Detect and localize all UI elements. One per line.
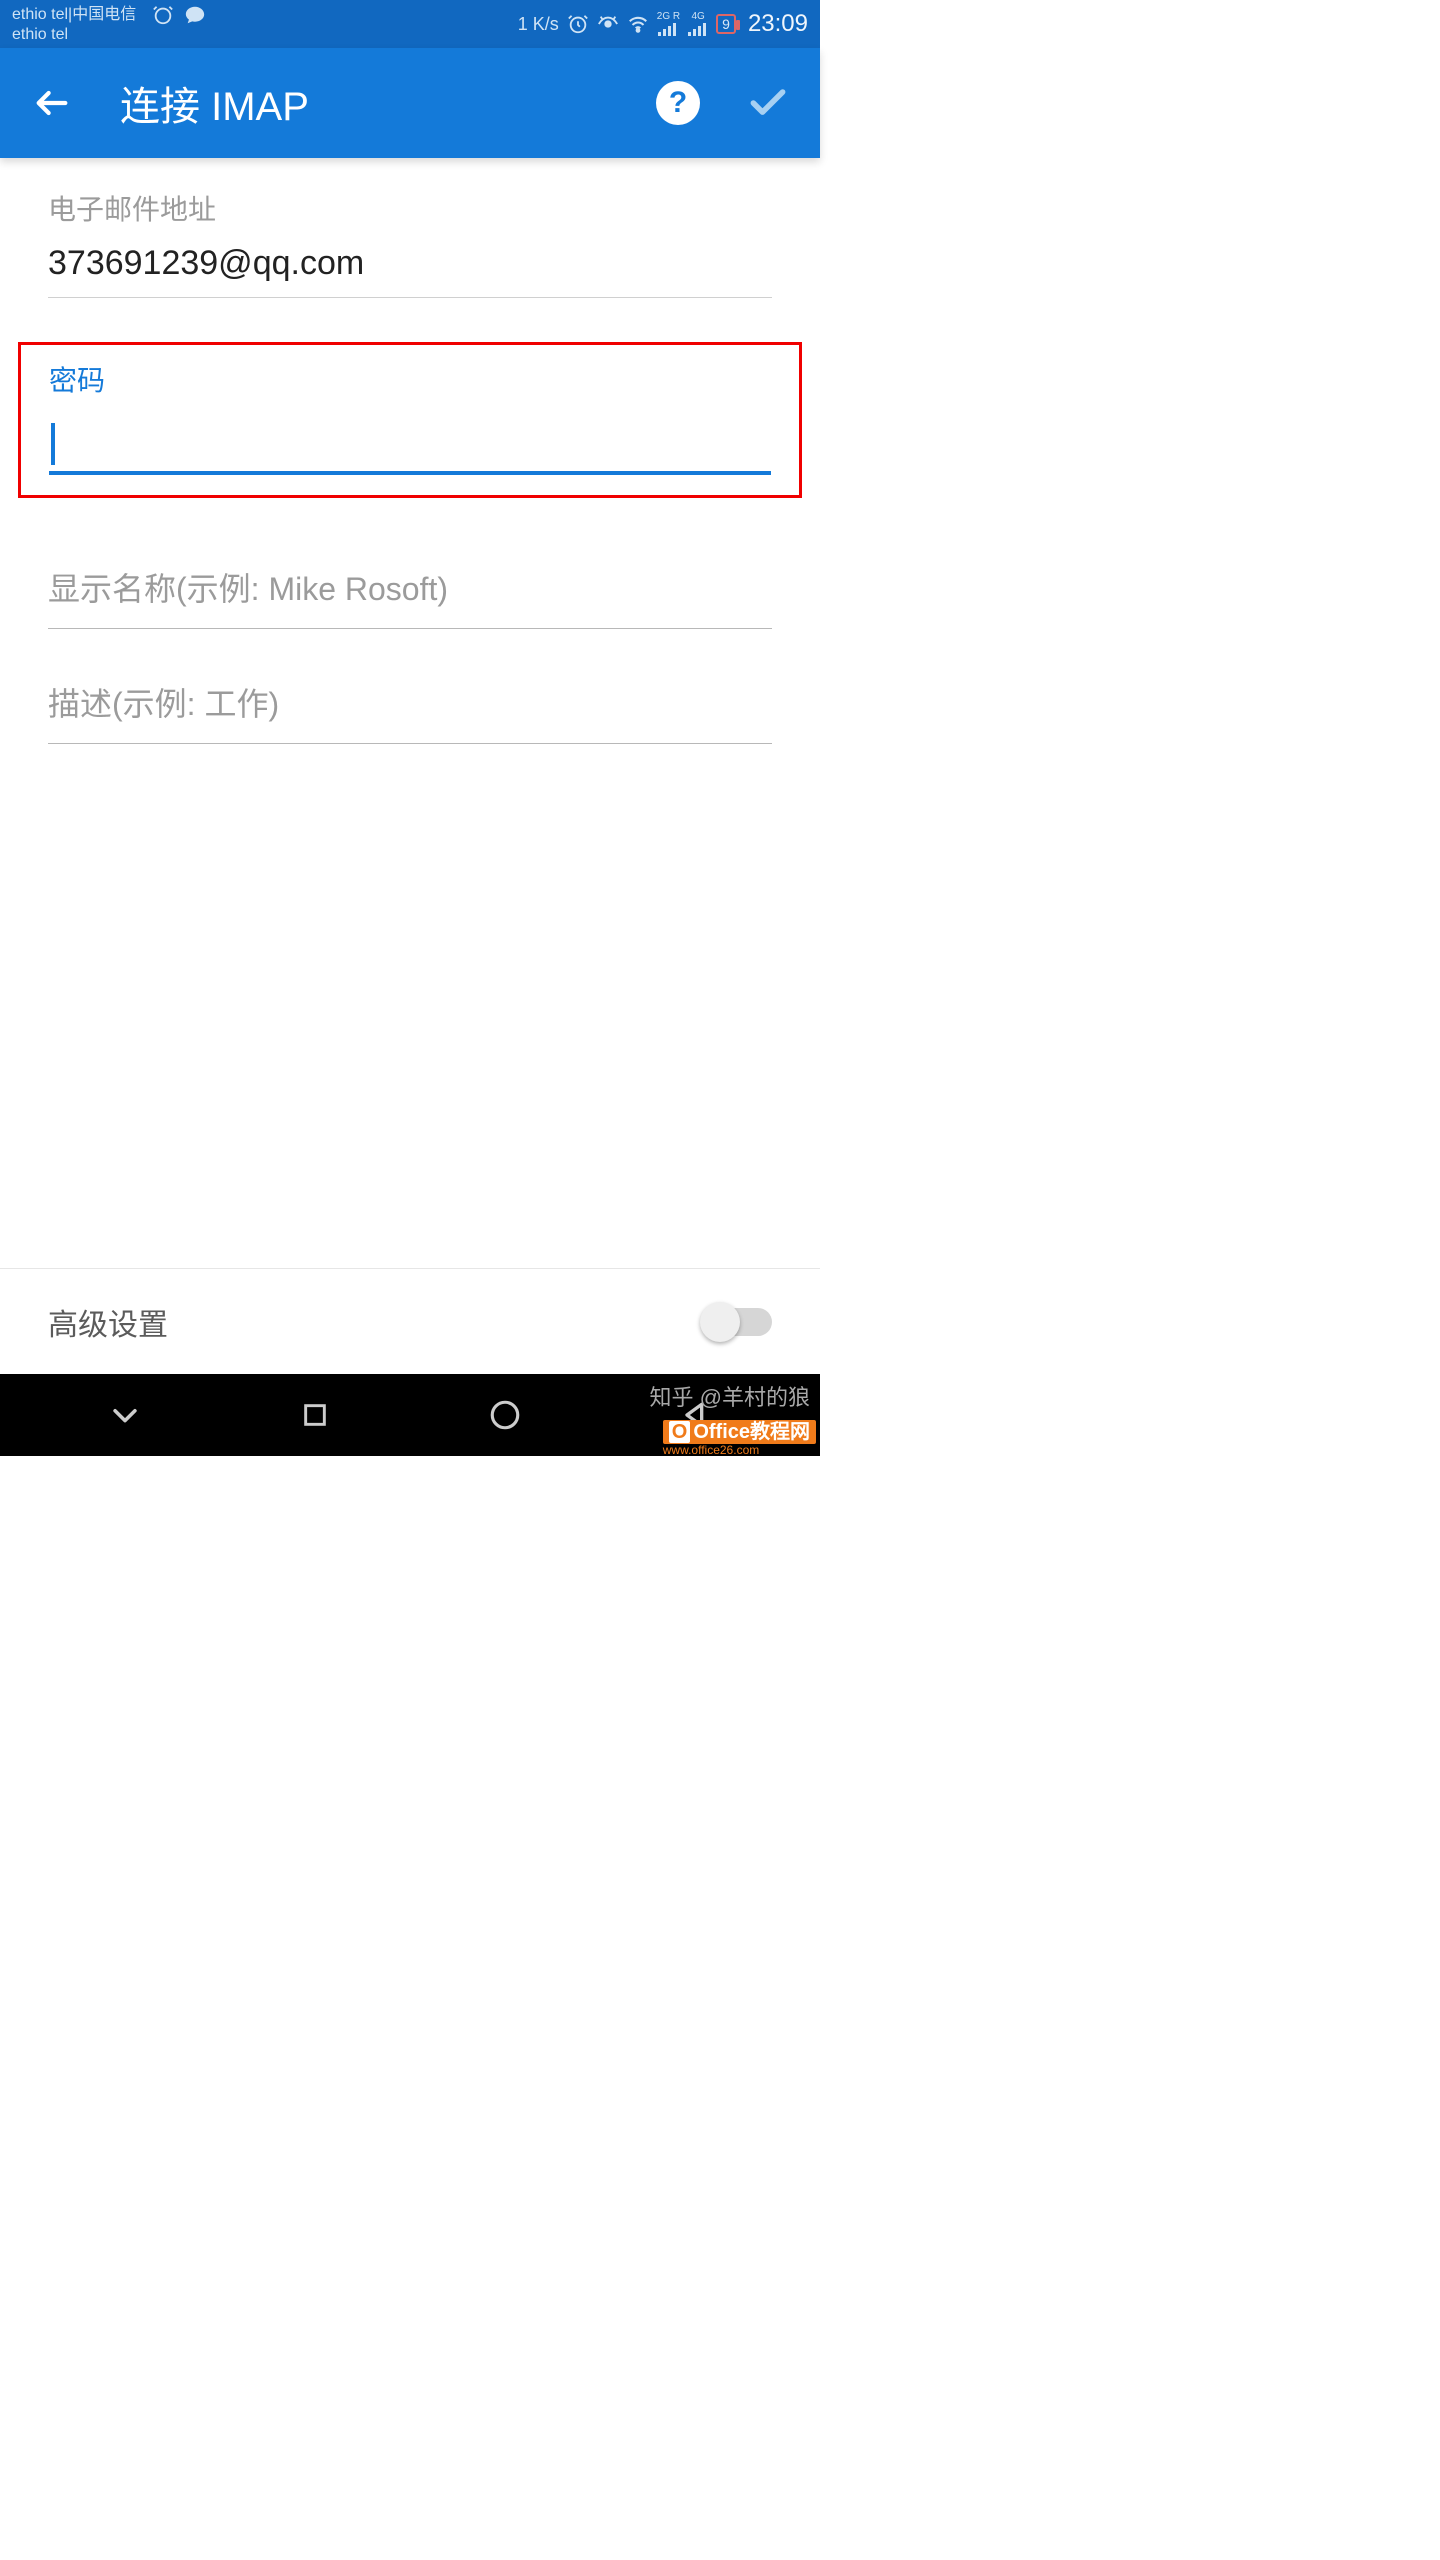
watermark-office: OOffice教程网 www.office26.com [663, 1420, 816, 1456]
alarm-icon [567, 13, 589, 35]
signal-4g: 4G [688, 12, 708, 36]
back-button[interactable] [24, 75, 80, 131]
watermark-zhihu: 知乎 @羊村的狼 [650, 1380, 810, 1412]
password-label: 密码 [49, 359, 771, 399]
eye-icon [597, 13, 619, 35]
password-field[interactable] [49, 419, 771, 475]
email-field-group: 电子邮件地址 373691239@qq.com [48, 188, 772, 298]
display-name-field-group: 显示名称(示例: Mike Rosoft) [48, 558, 772, 629]
wifi-icon [627, 13, 649, 35]
description-field[interactable]: 描述(示例: 工作) [48, 673, 772, 744]
email-field[interactable]: 373691239@qq.com [48, 238, 772, 298]
nav-home-button[interactable] [465, 1390, 545, 1440]
email-label: 电子邮件地址 [48, 188, 772, 228]
status-right: 1 K/s 2G R 4G 9 23:09 [518, 10, 808, 38]
nav-recent-button[interactable] [275, 1390, 355, 1440]
confirm-button[interactable] [740, 75, 796, 131]
description-field-group: 描述(示例: 工作) [48, 673, 772, 744]
signal-2g: 2G R [657, 12, 680, 36]
clock-time: 23:09 [748, 10, 808, 38]
carrier-text-2: ethio tel [12, 26, 206, 44]
password-highlight: 密码 [18, 342, 802, 498]
advanced-settings-row: 高级设置 [0, 1268, 820, 1374]
status-bar: ethio tel|中国电信 ethio tel 1 K/s 2G R [0, 0, 820, 48]
nav-hide-keyboard-button[interactable] [85, 1390, 165, 1440]
app-bar: 连接 IMAP ? [0, 48, 820, 158]
help-icon: ? [669, 86, 687, 120]
imap-form: 电子邮件地址 373691239@qq.com 密码 显示名称(示例: Mike… [0, 158, 820, 744]
page-title: 连接 IMAP [120, 74, 656, 132]
chat-bubble-icon [184, 4, 206, 26]
carrier-text-1: ethio tel|中国电信 [12, 6, 136, 24]
advanced-settings-toggle[interactable] [702, 1308, 772, 1336]
display-name-field[interactable]: 显示名称(示例: Mike Rosoft) [48, 558, 772, 629]
text-cursor [51, 423, 55, 465]
alarm-outline-icon [152, 4, 174, 26]
toggle-knob [700, 1302, 740, 1342]
battery-icon: 9 [716, 14, 736, 34]
network-speed: 1 K/s [518, 14, 559, 35]
status-carrier: ethio tel|中国电信 ethio tel [12, 4, 206, 44]
advanced-settings-label: 高级设置 [48, 1300, 168, 1344]
help-button[interactable]: ? [656, 81, 700, 125]
